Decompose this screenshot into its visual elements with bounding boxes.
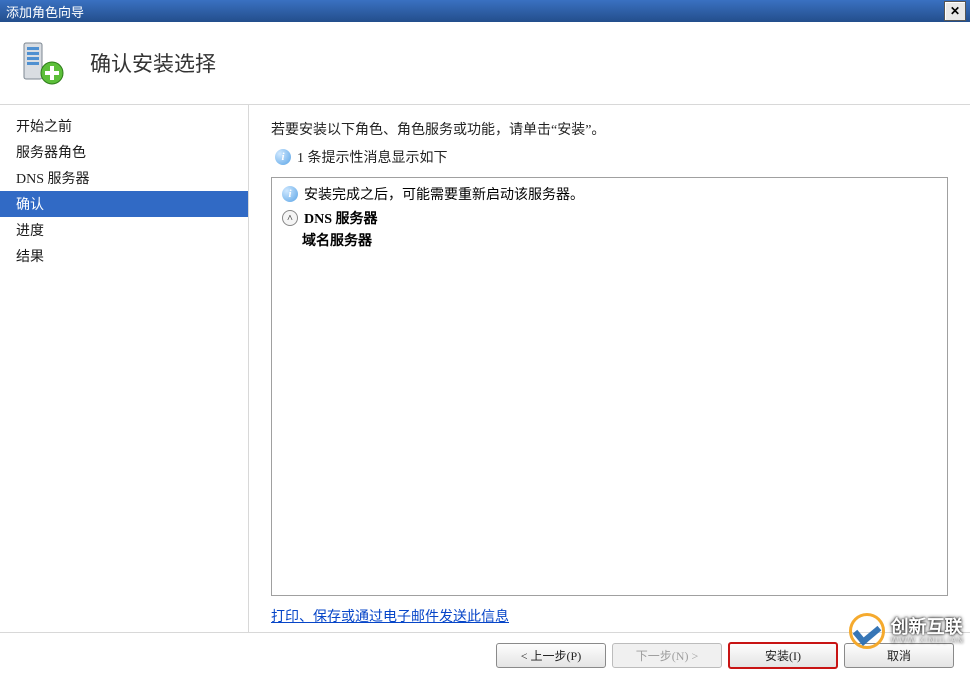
button-bar: < 上一步(P) 下一步(N) > 安装(I) 取消	[0, 632, 970, 677]
info-icon: i	[275, 149, 291, 165]
restart-warning-text: 安装完成之后，可能需要重新启动该服务器。	[304, 184, 584, 204]
restart-warning-row: i 安装完成之后，可能需要重新启动该服务器。	[282, 184, 937, 204]
header-area: 确认安装选择	[0, 22, 970, 105]
close-button[interactable]: ✕	[944, 1, 966, 21]
next-button: 下一步(N) >	[612, 643, 722, 668]
role-name: DNS 服务器	[304, 208, 378, 228]
watermark-subtext: WWW.XINULIAN	[891, 636, 964, 645]
role-row-dns[interactable]: ˄ DNS 服务器	[282, 208, 937, 228]
window-title: 添加角色向导	[4, 2, 944, 21]
sidebar-item-confirmation[interactable]: 确认	[0, 191, 248, 217]
selection-list-box: i 安装完成之后，可能需要重新启动该服务器。 ˄ DNS 服务器 域名服务器	[271, 177, 948, 596]
info-message-line: i 1 条提示性消息显示如下	[275, 147, 948, 167]
wizard-icon	[18, 39, 66, 87]
sidebar-item-dns-server[interactable]: DNS 服务器	[0, 165, 248, 191]
body-area: 开始之前 服务器角色 DNS 服务器 确认 进度 结果 若要安装以下角色、角色服…	[0, 105, 970, 632]
sidebar-item-server-roles[interactable]: 服务器角色	[0, 139, 248, 165]
sidebar-item-progress[interactable]: 进度	[0, 217, 248, 243]
print-save-email-link[interactable]: 打印、保存或通过电子邮件发送此信息	[271, 610, 509, 625]
sidebar-item-before-you-begin[interactable]: 开始之前	[0, 113, 248, 139]
collapse-icon[interactable]: ˄	[282, 210, 298, 226]
watermark-text: 创新互联	[891, 618, 964, 636]
previous-button[interactable]: < 上一步(P)	[496, 643, 606, 668]
intro-text: 若要安装以下角色、角色服务或功能，请单击“安装”。	[271, 119, 948, 139]
close-icon: ✕	[950, 4, 960, 18]
info-icon: i	[282, 186, 298, 202]
export-link-row: 打印、保存或通过电子邮件发送此信息	[271, 606, 948, 626]
sidebar: 开始之前 服务器角色 DNS 服务器 确认 进度 结果	[0, 105, 249, 632]
title-bar: 添加角色向导 ✕	[0, 0, 970, 22]
watermark: 创新互联 WWW.XINULIAN	[849, 613, 964, 649]
content-area: 若要安装以下角色、角色服务或功能，请单击“安装”。 i 1 条提示性消息显示如下…	[249, 105, 970, 632]
watermark-logo-icon	[849, 613, 885, 649]
wizard-window: 添加角色向导 ✕ 确认安装选择 开始之前 服务器角色 DNS 服务器	[0, 0, 970, 677]
install-button[interactable]: 安装(I)	[728, 642, 838, 669]
sidebar-item-results[interactable]: 结果	[0, 243, 248, 269]
service-row-dns: 域名服务器	[302, 230, 937, 250]
page-title: 确认安装选择	[90, 48, 216, 78]
info-text: 1 条提示性消息显示如下	[297, 147, 448, 167]
